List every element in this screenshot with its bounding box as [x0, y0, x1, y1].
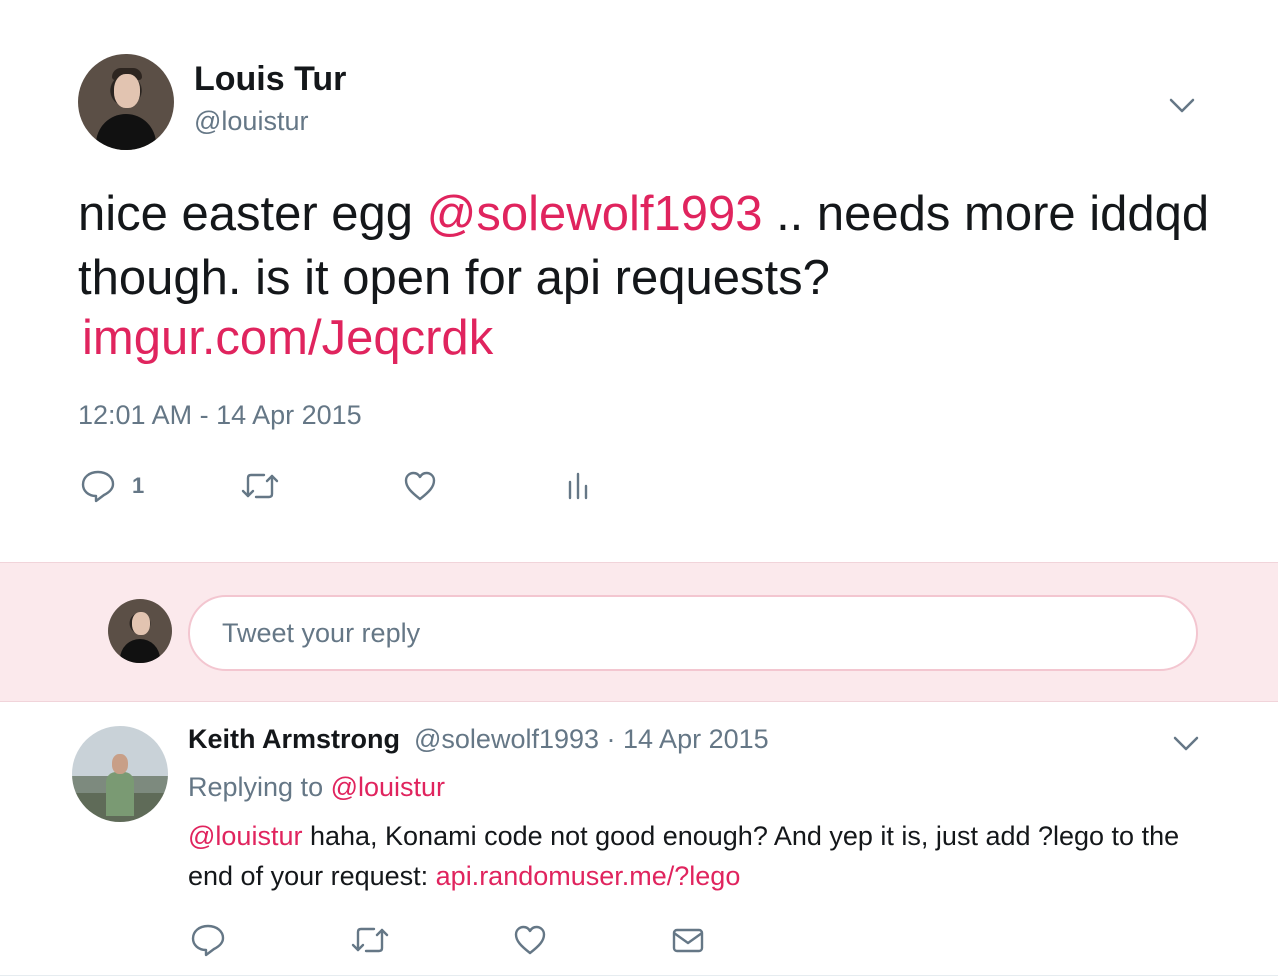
reply-retweet-button[interactable]: [350, 922, 390, 958]
like-button[interactable]: [402, 468, 438, 504]
chevron-down-icon[interactable]: [1168, 96, 1196, 114]
tweet-timestamp[interactable]: 12:01 AM - 14 Apr 2015: [78, 400, 362, 431]
replying-to-handle[interactable]: @louistur: [331, 772, 445, 802]
avatar-body: [106, 772, 134, 816]
reply-author-name[interactable]: Keith Armstrong: [188, 724, 400, 755]
author-avatar[interactable]: [78, 54, 174, 150]
direct-message-button[interactable]: [670, 922, 706, 958]
tweet-reply-input[interactable]: [188, 595, 1198, 671]
current-user-avatar: [108, 599, 172, 663]
retweet-icon: [241, 473, 279, 499]
reply-tweet: Keith Armstrong @solewolf1993 · 14 Apr 2…: [0, 702, 1278, 976]
reply-text: @louistur haha, Konami code not good eno…: [188, 816, 1208, 896]
author-handle[interactable]: @louistur: [194, 106, 308, 137]
retweet-icon: [351, 927, 389, 953]
message-icon: [672, 928, 704, 953]
chevron-down-icon[interactable]: [1172, 734, 1200, 752]
reply-count: 1: [132, 473, 145, 498]
reply-url-link[interactable]: api.randomuser.me/?lego: [436, 861, 741, 891]
reply-mention-link[interactable]: @louistur: [188, 821, 302, 851]
reply-like-button[interactable]: [512, 922, 548, 958]
replying-to: Replying to @louistur: [188, 772, 445, 803]
tweet-text-part1: nice easter egg: [78, 187, 427, 241]
tweet-mention-link[interactable]: @solewolf1993: [427, 187, 763, 241]
reply-author-avatar[interactable]: [72, 726, 168, 822]
avatar-face: [114, 74, 140, 108]
reply-compose-area: [0, 562, 1278, 702]
avatar-shirt: [120, 639, 160, 663]
retweet-button[interactable]: [240, 468, 280, 504]
avatar-shirt: [96, 114, 156, 150]
tweet-url-link[interactable]: imgur.com/Jeqcrdk: [82, 310, 493, 366]
reply-button[interactable]: 1: [80, 468, 144, 504]
avatar-face: [132, 612, 150, 635]
reply-icon: [81, 470, 115, 503]
author-name[interactable]: Louis Tur: [194, 60, 346, 99]
reply-reply-button[interactable]: [190, 922, 226, 958]
like-icon: [514, 925, 546, 955]
reply-meta[interactable]: @solewolf1993 · 14 Apr 2015: [414, 724, 769, 755]
analytics-button[interactable]: [564, 468, 594, 504]
analytics-icon: [568, 472, 588, 500]
avatar-face: [112, 754, 128, 774]
replying-to-label: Replying to: [188, 772, 331, 802]
like-icon: [404, 471, 436, 501]
tweet-text: nice easter egg @solewolf1993 .. needs m…: [78, 182, 1228, 310]
reply-icon: [191, 924, 225, 957]
main-tweet: Louis Tur @louistur nice easter egg @sol…: [0, 0, 1278, 562]
